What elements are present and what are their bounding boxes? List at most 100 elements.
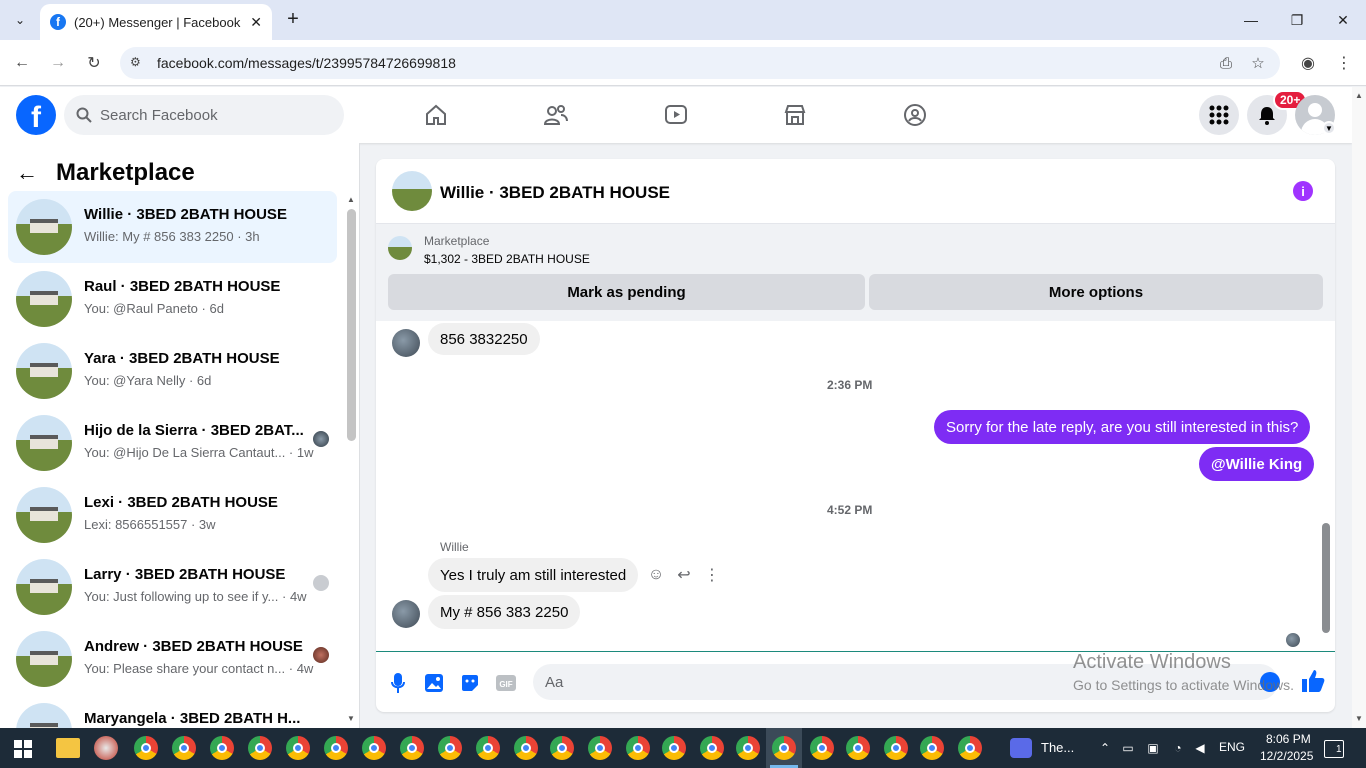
chrome-icon[interactable] [134, 736, 158, 760]
home-icon[interactable] [422, 101, 450, 129]
message-bubble[interactable]: My # 856 383 2250 [428, 595, 581, 629]
chat-title[interactable]: Willie · 3BED 2BATH HOUSE [440, 183, 670, 203]
photo-icon[interactable] [423, 672, 445, 694]
chrome-icon[interactable] [550, 736, 574, 760]
conversation-item[interactable]: Larry · 3BED 2BATH HOUSE You: Just follo… [8, 551, 337, 623]
tab-close-icon[interactable]: ✕ [250, 14, 262, 31]
reload-icon[interactable]: ↻ [82, 51, 106, 75]
language-indicator[interactable]: ENG [1219, 740, 1245, 754]
conversation-item[interactable]: Willie · 3BED 2BATH HOUSE Willie: My # 8… [8, 191, 337, 263]
react-emoji-icon[interactable]: ☺ [646, 565, 666, 585]
sender-avatar[interactable] [392, 329, 420, 357]
chrome-icon[interactable] [172, 736, 196, 760]
reply-icon[interactable]: ↩ [674, 565, 694, 585]
chrome-icon[interactable] [286, 736, 310, 760]
thumbs-up-icon[interactable] [1300, 668, 1326, 694]
microphone-icon[interactable] [387, 672, 409, 694]
chevron-down-icon[interactable]: ▼ [1322, 121, 1336, 135]
listing-thumbnail[interactable] [388, 236, 412, 260]
chevron-up-icon[interactable]: ⌃ [1097, 740, 1113, 756]
scroll-down-arrow[interactable]: ▼ [347, 714, 355, 723]
chrome-icon[interactable] [772, 736, 796, 760]
message-bubble[interactable]: @Willie King [1199, 447, 1315, 481]
facebook-logo-icon[interactable]: f [16, 95, 56, 135]
conversation-item[interactable]: Raul · 3BED 2BATH HOUSE You: @Raul Panet… [8, 263, 337, 335]
chrome-icon[interactable] [476, 736, 500, 760]
site-settings-icon[interactable]: ⚙ [130, 55, 146, 71]
chrome-icon[interactable] [362, 736, 386, 760]
install-app-icon[interactable]: ⎙ [1216, 53, 1236, 73]
message-bubble[interactable]: 856 3832250 [428, 323, 540, 355]
chrome-icon[interactable] [810, 736, 834, 760]
listing-price-title[interactable]: $1,302 - 3BED 2BATH HOUSE [424, 252, 590, 266]
chrome-icon[interactable] [846, 736, 870, 760]
search-input[interactable]: Search Facebook [64, 95, 344, 135]
close-window-button[interactable]: ✕ [1320, 0, 1366, 40]
sidebar-scrollbar[interactable] [347, 209, 356, 441]
clock-time[interactable]: 8:06 PM [1266, 732, 1311, 746]
conversation-item[interactable]: Lexi · 3BED 2BATH HOUSE Lexi: 8566551557… [8, 479, 337, 551]
chrome-icon[interactable] [662, 736, 686, 760]
menu-grid-button[interactable] [1199, 95, 1239, 135]
conversation-item[interactable]: Hijo de la Sierra · 3BED 2BAT... You: @H… [8, 407, 337, 479]
chrome-icon[interactable] [920, 736, 944, 760]
chrome-icon[interactable] [400, 736, 424, 760]
message-bubble[interactable]: Yes I truly am still interested [428, 558, 639, 592]
chrome-icon[interactable] [626, 736, 650, 760]
forward-icon[interactable]: → [46, 51, 70, 75]
conversation-item[interactable]: Yara · 3BED 2BATH HOUSE You: @Yara Nelly… [8, 335, 337, 407]
mark-pending-button[interactable]: Mark as pending [388, 274, 865, 310]
back-icon[interactable]: ← [10, 51, 34, 75]
chrome-icon[interactable] [588, 736, 612, 760]
profile-icon[interactable]: ◉ [1296, 51, 1320, 75]
conversation-item[interactable]: Maryangela · 3BED 2BATH H... [8, 695, 337, 728]
minimize-button[interactable]: — [1228, 0, 1274, 40]
more-options-button[interactable]: More options [869, 274, 1323, 310]
gif-icon[interactable]: GIF [495, 672, 517, 694]
restore-button[interactable]: ❐ [1274, 0, 1320, 40]
volume-icon[interactable]: ◀ [1192, 740, 1208, 756]
back-arrow-icon[interactable]: ← [16, 160, 48, 186]
wifi-icon[interactable]: ◔ [1170, 740, 1186, 756]
chrome-icon[interactable] [958, 736, 982, 760]
url-text[interactable]: facebook.com/messages/t/2399578472669981… [157, 55, 456, 71]
windows-start-icon[interactable] [14, 740, 32, 758]
page-scrollbar[interactable]: ▲ ▼ [1352, 87, 1366, 728]
chrome-icon[interactable] [514, 736, 538, 760]
chrome-icon[interactable] [210, 736, 234, 760]
meet-now-icon[interactable]: ▣ [1145, 740, 1161, 756]
chrome-icon[interactable] [700, 736, 724, 760]
video-app-icon[interactable] [1010, 738, 1032, 758]
paint-app-icon[interactable] [94, 736, 118, 760]
new-tab-button[interactable]: + [282, 8, 304, 30]
bookmark-star-icon[interactable]: ☆ [1248, 53, 1268, 73]
battery-icon[interactable]: ▭ [1120, 740, 1136, 756]
more-dots-icon[interactable]: ⋮ [702, 565, 722, 585]
scroll-up-arrow[interactable]: ▲ [1355, 91, 1363, 100]
chrome-icon[interactable] [884, 736, 908, 760]
scroll-down-arrow[interactable]: ▼ [1355, 714, 1363, 723]
message-bubble[interactable]: Sorry for the late reply, are you still … [934, 410, 1311, 444]
groups-icon[interactable] [901, 101, 929, 129]
conversation-item[interactable]: Andrew · 3BED 2BATH HOUSE You: Please sh… [8, 623, 337, 695]
scroll-up-arrow[interactable]: ▲ [347, 195, 355, 204]
tab-search-button[interactable]: ⌄ [8, 8, 32, 32]
clock-date[interactable]: 12/2/2025 [1260, 749, 1313, 763]
chrome-icon[interactable] [248, 736, 272, 760]
marketplace-icon[interactable] [781, 101, 809, 129]
address-bar[interactable]: ⚙ facebook.com/messages/t/23995784726699… [120, 47, 1280, 79]
video-icon[interactable] [662, 101, 690, 129]
sender-avatar[interactable] [392, 600, 420, 628]
chat-avatar[interactable] [392, 171, 432, 211]
friends-icon[interactable] [542, 101, 570, 129]
file-explorer-icon[interactable] [56, 738, 80, 758]
chrome-icon[interactable] [736, 736, 760, 760]
chat-scrollbar[interactable] [1322, 523, 1330, 633]
sticker-icon[interactable] [459, 672, 481, 694]
browser-tab[interactable]: f (20+) Messenger | Facebook ✕ [40, 4, 272, 40]
info-icon[interactable]: i [1293, 181, 1313, 201]
chrome-icon[interactable] [324, 736, 348, 760]
menu-dots-icon[interactable]: ⋮ [1332, 51, 1356, 75]
chrome-icon[interactable] [438, 736, 462, 760]
taskbar-app-label[interactable]: The... [1041, 740, 1074, 755]
